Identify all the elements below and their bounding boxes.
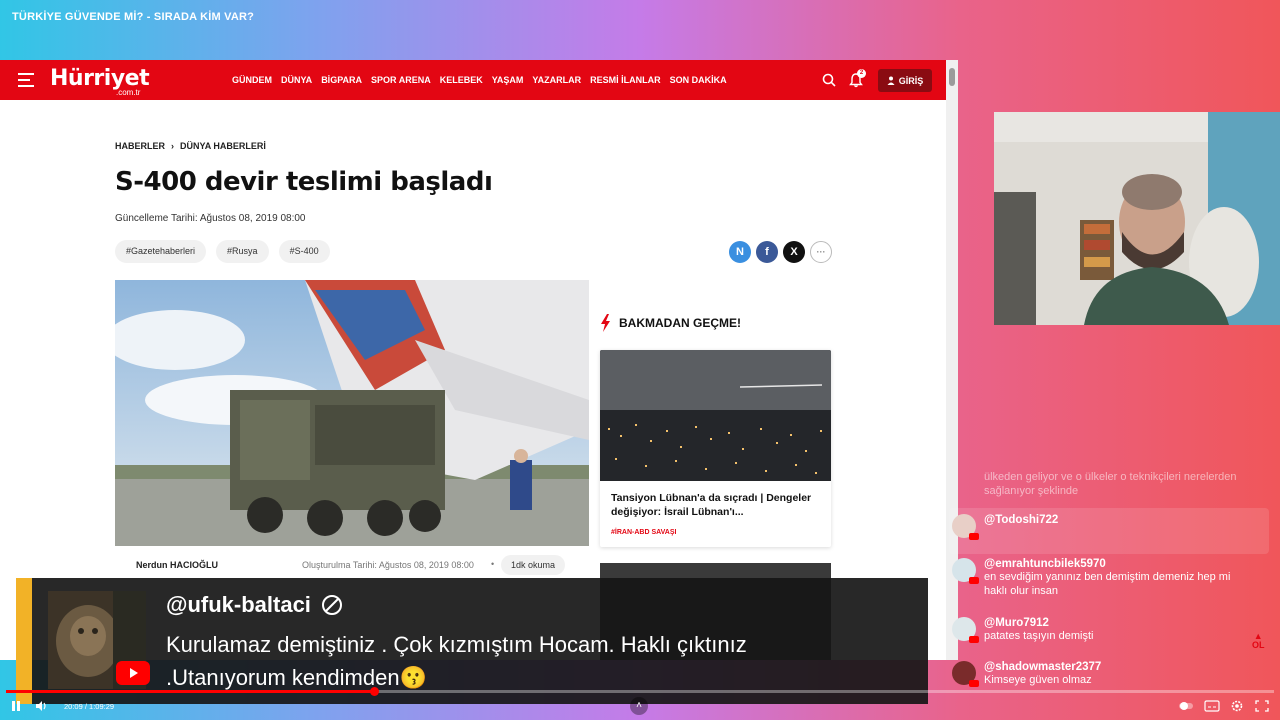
- lightning-icon: [601, 314, 610, 332]
- nav-item-gundem[interactable]: GÜNDEM: [232, 75, 272, 85]
- browser-page: Hürriyet .com.tr GÜNDEM DÜNYA BİGPARA SP…: [0, 60, 958, 660]
- chat-username[interactable]: @shadowmaster2377: [984, 661, 1254, 673]
- player-controls: 20:09 / 1:09:29 ˄: [0, 696, 1280, 720]
- nav-item-yasam[interactable]: YAŞAM: [492, 75, 524, 85]
- fullscreen-icon[interactable]: [1254, 699, 1270, 713]
- breadcrumb-dunya-haberleri[interactable]: DÜNYA HABERLERİ: [180, 141, 266, 151]
- blocked-icon: [321, 595, 342, 615]
- more-share-icon[interactable]: ···: [810, 241, 832, 263]
- video-progress-bar[interactable]: [6, 687, 1274, 696]
- settings-gear-icon[interactable]: [1229, 699, 1245, 713]
- tag-s400[interactable]: #S-400: [278, 240, 330, 263]
- superchat-accent: [16, 578, 32, 704]
- news-card-image: [600, 350, 831, 481]
- superchat-username[interactable]: @ufuk-baltaci: [166, 592, 311, 618]
- update-date: Güncelleme Tarihi: Ağustos 08, 2019 08:0…: [115, 213, 306, 224]
- share-buttons: N f X ···: [729, 241, 832, 263]
- nav-item-bigpara[interactable]: BİGPARA: [321, 75, 362, 85]
- sidebar-heading: BAKMADAN GEÇME!: [600, 314, 741, 332]
- search-icon[interactable]: [822, 73, 836, 87]
- chat-message: @Todoshi722: [952, 514, 1254, 540]
- breadcrumb-separator: ›: [171, 141, 175, 151]
- live-chat: ülkeden geliyor ve o ülkeler o teknikçil…: [944, 470, 1280, 700]
- user-icon: [887, 76, 895, 85]
- progress-fill: [6, 690, 374, 693]
- news-card-tag[interactable]: #İRAN-ABD SAVAŞI: [611, 529, 676, 536]
- progress-scrubber[interactable]: [369, 687, 379, 696]
- avatar[interactable]: [952, 558, 979, 584]
- stream-title: TÜRKİYE GÜVENDE Mİ? - SIRADA KİM VAR?: [12, 11, 255, 23]
- article-hero-image: [115, 280, 589, 546]
- superchat-message: Kurulamaz demiştiniz . Çok kızmıştım Hoc…: [166, 632, 747, 690]
- avatar[interactable]: [952, 514, 979, 540]
- avatar[interactable]: [952, 661, 979, 687]
- chat-text: patates taşıyın demişti: [984, 630, 1094, 642]
- nav-item-resmi-ilanlar[interactable]: RESMİ İLANLAR: [590, 75, 661, 85]
- chat-username[interactable]: @Todoshi722: [984, 514, 1254, 526]
- subtitles-icon[interactable]: [1204, 699, 1220, 713]
- x-share-icon[interactable]: X: [783, 241, 805, 263]
- nav-item-spor-arena[interactable]: SPOR ARENA: [371, 75, 431, 85]
- superchat-overlay: @ufuk-baltaci Kurulamaz demiştiniz . Çok…: [16, 578, 928, 704]
- tag-gazetehaberleri[interactable]: #Gazetehaberleri: [115, 240, 207, 263]
- chat-text: Kimseye güven olmaz: [984, 674, 1092, 686]
- nav-item-son-dakika[interactable]: SON DAKİKA: [670, 75, 727, 85]
- news-share-icon[interactable]: N: [729, 241, 751, 263]
- nav-item-yazarlar[interactable]: YAZARLAR: [532, 75, 581, 85]
- login-label: GİRİŞ: [898, 75, 924, 86]
- sidebar-news-card[interactable]: Tansiyon Lübnan'a da sıçradı | Dengeler …: [600, 350, 831, 547]
- breadcrumb: HABERLER › DÜNYA HABERLERİ: [115, 141, 266, 151]
- site-logo-sub: .com.tr: [116, 88, 141, 97]
- author-name[interactable]: Nerdun HACIOĞLU: [136, 560, 218, 570]
- nav-item-dunya[interactable]: DÜNYA: [281, 75, 312, 85]
- article-title: S-400 devir teslimi başladı: [115, 167, 493, 197]
- chat-username[interactable]: @emrahtuncbilek5970: [984, 558, 1254, 570]
- time-display: 20:09 / 1:09:29: [64, 702, 115, 711]
- chat-message: @emrahtuncbilek5970 en sevdiğim yanınız …: [952, 558, 1254, 598]
- tag-rusya[interactable]: #Rusya: [216, 240, 269, 263]
- superchat-user: @ufuk-baltaci: [166, 592, 343, 618]
- breadcrumb-haberler[interactable]: HABERLER: [115, 141, 165, 151]
- notification-badge: 2: [857, 69, 866, 78]
- login-button[interactable]: GİRİŞ: [878, 69, 932, 92]
- webcam-feed: [994, 112, 1280, 325]
- chat-text: en sevdiğim yanınız ben demiştim demeniz…: [984, 571, 1231, 597]
- site-header: Hürriyet .com.tr GÜNDEM DÜNYA BİGPARA SP…: [0, 60, 946, 100]
- chat-message: @shadowmaster2377 Kimseye güven olmaz: [952, 661, 1254, 687]
- chat-username[interactable]: @Muro7912: [984, 617, 1254, 629]
- article-byline: Nerdun HACIOĞLU Oluşturulma Tarihi: Ağus…: [115, 554, 589, 578]
- pause-icon[interactable]: [10, 699, 22, 713]
- article-tags: #Gazetehaberleri #Rusya #S-400: [115, 240, 330, 263]
- menu-icon[interactable]: [18, 73, 34, 87]
- volume-icon[interactable]: [34, 699, 48, 713]
- chevron-up-icon[interactable]: ˄: [630, 697, 648, 715]
- chat-message: @Muro7912 patates taşıyın demişti: [952, 617, 1254, 643]
- scroll-thumb[interactable]: [949, 68, 955, 86]
- youtube-logo-icon: [116, 661, 150, 685]
- created-date: Oluşturulma Tarihi: Ağustos 08, 2019 08:…: [302, 560, 474, 570]
- channel-logo: ▲ OL: [1252, 631, 1265, 650]
- facebook-share-icon[interactable]: f: [756, 241, 778, 263]
- nav-item-kelebek[interactable]: KELEBEK: [440, 75, 483, 85]
- site-nav: GÜNDEM DÜNYA BİGPARA SPOR ARENA KELEBEK …: [232, 75, 727, 85]
- sidebar-heading-label: BAKMADAN GEÇME!: [619, 316, 741, 330]
- chat-faded-message: ülkeden geliyor ve o ülkeler o teknikçil…: [984, 471, 1237, 497]
- read-time-badge: 1dk okuma: [501, 555, 566, 575]
- avatar[interactable]: [952, 617, 979, 643]
- byline-separator: •: [491, 559, 495, 569]
- autoplay-toggle-icon[interactable]: [1178, 699, 1194, 713]
- news-card-title[interactable]: Tansiyon Lübnan'a da sıçradı | Dengeler …: [611, 491, 823, 519]
